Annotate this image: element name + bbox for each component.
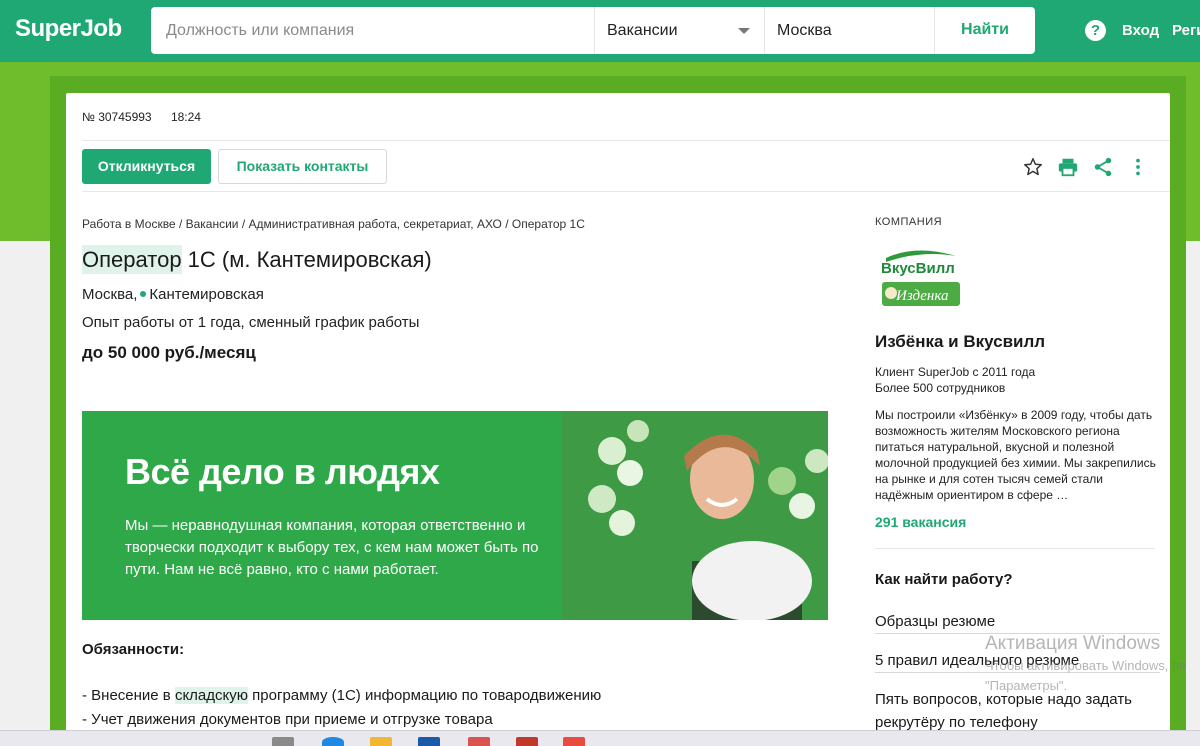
svg-text:Изденка: Изденка [895,288,949,304]
taskbar-app-icon[interactable] [516,737,538,746]
taskbar-browser-icon[interactable] [322,737,344,746]
taskbar-app-icon[interactable] [468,737,490,746]
duties-heading: Обязанности: [82,641,185,658]
divider [875,548,1155,549]
duty-highlight: складскую [174,687,249,704]
apply-button[interactable]: Откликнуться [82,149,211,184]
experience-schedule: Опыт работы от 1 года, сменный график ра… [82,314,420,331]
show-contacts-button[interactable]: Показать контакты [218,149,387,184]
windows-activation-hint: Чтобы активировать Windows, пе [985,658,1187,673]
search-input[interactable]: Должность или компания [151,7,595,54]
type-select[interactable]: Вакансии [595,7,765,54]
duty-text: - Внесение в [82,687,175,704]
title-rest: 1С (м. Кантемировская) [181,247,432,272]
vacancy-time: 18:24 [170,110,201,124]
company-heading: КОМПАНИЯ [875,216,943,228]
search-bar: Должность или компания Вакансии Москва Н… [151,7,1035,54]
windows-activation-hint-settings: "Параметры". [985,678,1068,693]
company-name[interactable]: Избёнка и Вкусвилл [875,332,1045,352]
taskbar-app-icon[interactable] [272,737,294,746]
share-icon[interactable] [1092,156,1114,178]
metro-station: Кантемировская [149,286,264,303]
windows-activation-watermark: Активация Windows [985,633,1161,654]
client-since: Клиент SuperJob с 2011 года [875,365,1036,379]
title-highlight: Оператор [82,245,182,274]
print-icon[interactable] [1057,156,1079,178]
login-link[interactable]: Вход [1122,22,1159,39]
superjob-logo[interactable]: SuperJob [15,15,122,43]
register-link[interactable]: Реги [1172,22,1200,39]
company-logo[interactable]: ВкусВилл Изденка [876,246,962,310]
banner-title: Всё дело в людях [125,451,440,492]
employee-count: Более 500 сотрудников [875,381,1006,395]
page-title: Оператор 1С (м. Кантемировская) [82,245,432,274]
company-description: Мы построили «Избёнку» в 2009 году, чтоб… [875,408,1156,502]
employer-banner: Всё дело в людях Мы — неравнодушная комп… [82,411,828,620]
location-city: Москва, [82,286,138,303]
top-navbar: SuperJob Должность или компания Вакансии… [0,0,1200,62]
type-select-value: Вакансии [607,22,678,39]
duty-item: - Учет движения документов при приеме и … [82,711,493,728]
resume-samples-link[interactable]: Образцы резюме [875,613,1160,634]
metro-dot-icon [140,291,147,298]
city-input[interactable]: Москва [765,7,935,54]
vacancy-location: Москва, Кантемировская [82,286,264,303]
find-button[interactable]: Найти [935,7,1035,54]
vacancy-number: № 30745993 [82,110,152,124]
more-vertical-icon[interactable] [1127,156,1149,178]
breadcrumb[interactable]: Работа в Москве / Вакансии / Администрат… [82,217,585,231]
how-to-find-heading: Как найти работу? [875,571,1013,588]
svg-text:ВкусВилл: ВкусВилл [881,260,955,277]
duty-item: - Внесение в складскую программу (1С) ин… [82,687,601,704]
taskbar-folder-icon[interactable] [370,737,392,746]
taskbar-yandex-icon[interactable] [563,737,585,746]
os-taskbar [0,730,1200,746]
taskbar-app-icon[interactable] [418,737,440,746]
company-vacancies-link[interactable]: 291 вакансия [875,514,966,530]
divider [82,140,1170,141]
divider [82,191,1170,192]
duty-text: программу (1С) информацию по товародвиже… [248,687,602,704]
question-circle-icon[interactable]: ? [1085,20,1106,41]
salary: до 50 000 руб./месяц [82,343,256,362]
banner-text: Мы — неравнодушная компания, которая отв… [125,517,539,578]
chevron-down-icon [738,28,750,34]
recruiter-questions-link[interactable]: Пять вопросов, которые надо задать [875,691,1160,711]
vacancy-meta: № 30745993 18:24 [82,110,217,124]
star-icon[interactable] [1022,156,1044,178]
company-meta: Клиент SuperJob с 2011 года Более 500 со… [875,364,1035,396]
